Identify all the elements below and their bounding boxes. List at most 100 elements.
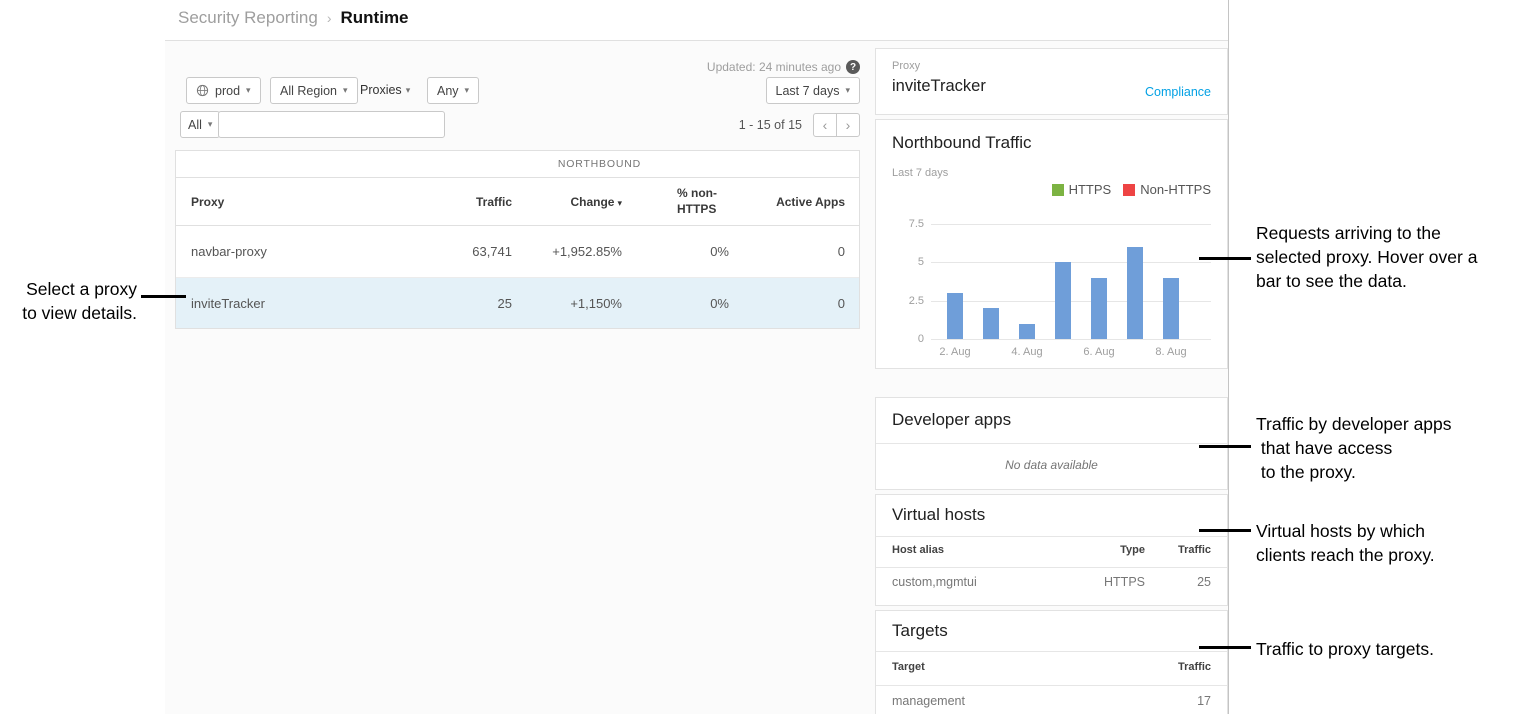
legend-https-label: HTTPS bbox=[1069, 182, 1112, 197]
target-row[interactable]: management 17 bbox=[892, 694, 1211, 708]
column-header-target: Target bbox=[892, 661, 1145, 673]
virtual-hosts-card: Virtual hosts Host alias Type Traffic cu… bbox=[875, 494, 1228, 606]
cell-active-apps: 0 bbox=[734, 296, 859, 311]
cell-proxy-name: inviteTracker bbox=[176, 296, 431, 311]
screenshot: Security Reporting › Runtime Updated: 24… bbox=[0, 0, 1516, 714]
chart-bar[interactable] bbox=[947, 293, 963, 339]
any-filter-label: Any bbox=[437, 84, 459, 98]
chart-y-tick-label: 5 bbox=[918, 256, 924, 268]
chart-bar-slot bbox=[1153, 224, 1189, 339]
chart-bar-slot bbox=[1117, 224, 1153, 339]
cell-traffic: 25 bbox=[1145, 575, 1211, 589]
region-dropdown[interactable]: All Region ▾ bbox=[270, 77, 358, 104]
targets-card: Targets Target Traffic management 17 bbox=[875, 610, 1228, 714]
breadcrumb-chevron-icon: › bbox=[327, 10, 332, 26]
cell-change: +1,952.85% bbox=[517, 244, 627, 259]
column-header-active-apps[interactable]: Active Apps bbox=[734, 195, 859, 209]
virtual-hosts-title: Virtual hosts bbox=[892, 505, 985, 525]
sort-descending-icon: ▾ bbox=[617, 198, 622, 208]
chart-bar[interactable] bbox=[1127, 247, 1143, 339]
targets-header-row: Target Traffic bbox=[892, 661, 1211, 673]
northbound-traffic-title: Northbound Traffic bbox=[892, 133, 1032, 153]
search-scope-label: All bbox=[188, 118, 202, 132]
chart-bar[interactable] bbox=[983, 308, 999, 339]
chart-x-tick-label: 8. Aug bbox=[1153, 346, 1189, 358]
annotation-line: Select a proxy bbox=[0, 277, 137, 301]
updated-status: Updated: 24 minutes ago ? bbox=[707, 60, 860, 74]
developer-apps-title: Developer apps bbox=[892, 410, 1011, 430]
date-range-dropdown[interactable]: Last 7 days ▾ bbox=[766, 77, 860, 104]
column-header-change-label: Change bbox=[570, 195, 614, 209]
column-header-traffic[interactable]: Traffic bbox=[431, 195, 517, 209]
chart-y-axis: 7.552.50 bbox=[896, 224, 924, 339]
column-header-host-alias: Host alias bbox=[892, 544, 1065, 556]
annotation-line: Requests arriving to the bbox=[1256, 221, 1477, 245]
annotation-line: Virtual hosts by which bbox=[1256, 519, 1435, 543]
chart-bar[interactable] bbox=[1019, 324, 1035, 339]
pagination: 1 - 15 of 15 ‹ › bbox=[739, 111, 860, 138]
annotation-connector-line bbox=[1199, 445, 1251, 448]
proxies-dropdown[interactable]: Proxies ▾ bbox=[360, 83, 410, 97]
proxy-table-row[interactable]: navbar-proxy 63,741 +1,952.85% 0% 0 bbox=[176, 226, 859, 277]
cell-traffic: 25 bbox=[431, 296, 517, 311]
chart-bar-slot bbox=[1045, 224, 1081, 339]
chevron-down-icon: ▾ bbox=[343, 85, 348, 96]
chart-bar-slot bbox=[1009, 224, 1045, 339]
column-header-change[interactable]: Change▾ bbox=[517, 195, 627, 209]
any-filter-dropdown[interactable]: Any ▾ bbox=[427, 77, 479, 104]
chart-x-tick-label: 6. Aug bbox=[1081, 346, 1117, 358]
proxy-table-row[interactable]: inviteTracker 25 +1,150% 0% 0 bbox=[176, 277, 859, 328]
breadcrumb-section[interactable]: Security Reporting bbox=[178, 8, 318, 28]
search-scope-dropdown[interactable]: All ▾ bbox=[180, 111, 220, 138]
search-input[interactable] bbox=[218, 111, 445, 138]
selected-proxy-name: inviteTracker bbox=[892, 77, 986, 96]
environment-dropdown[interactable]: prod ▾ bbox=[186, 77, 261, 104]
cell-non-https: 0% bbox=[627, 296, 734, 311]
annotation-select-proxy: Select a proxy to view details. bbox=[0, 277, 137, 325]
updated-text: Updated: 24 minutes ago bbox=[707, 60, 841, 74]
screenshot-right-border bbox=[1228, 0, 1229, 714]
proxies-label: Proxies bbox=[360, 83, 402, 97]
no-data-message: No data available bbox=[876, 458, 1227, 472]
cell-non-https: 0% bbox=[627, 244, 734, 259]
column-header-non-https[interactable]: % non-HTTPS bbox=[627, 186, 734, 217]
column-header-proxy[interactable]: Proxy bbox=[176, 195, 431, 209]
annotation-line: Traffic by developer apps bbox=[1256, 412, 1452, 436]
northbound-group-label: NORTHBOUND bbox=[558, 158, 641, 170]
chart-subtitle: Last 7 days bbox=[892, 167, 948, 179]
chart-y-tick-label: 2.5 bbox=[909, 295, 924, 307]
annotation-line: that have access bbox=[1256, 436, 1452, 460]
pagination-prev-button[interactable]: ‹ bbox=[813, 113, 837, 137]
proxy-table: NORTHBOUND Proxy Traffic Change▾ % non-H… bbox=[175, 150, 860, 329]
help-icon[interactable]: ? bbox=[846, 60, 860, 74]
chart-gridline bbox=[931, 339, 1211, 340]
chart-x-tick-label bbox=[1117, 346, 1153, 358]
section-divider bbox=[876, 651, 1227, 652]
chart-y-tick-label: 7.5 bbox=[909, 218, 924, 230]
environment-label: prod bbox=[215, 84, 240, 98]
developer-apps-card: Developer apps No data available bbox=[875, 397, 1228, 490]
section-divider bbox=[876, 443, 1227, 444]
cell-target: management bbox=[892, 694, 1145, 708]
chart-x-tick-label: 4. Aug bbox=[1009, 346, 1045, 358]
chart-x-tick-label bbox=[973, 346, 1009, 358]
table-header-row: Proxy Traffic Change▾ % non-HTTPS Active… bbox=[176, 178, 859, 226]
compliance-link[interactable]: Compliance bbox=[1145, 85, 1211, 99]
cell-traffic: 17 bbox=[1145, 694, 1211, 708]
chart-bar[interactable] bbox=[1091, 278, 1107, 339]
legend-item-https: HTTPS bbox=[1052, 182, 1112, 197]
chart-x-tick-label: 2. Aug bbox=[937, 346, 973, 358]
annotation-line: to the proxy. bbox=[1256, 460, 1452, 484]
chart-bar[interactable] bbox=[1055, 262, 1071, 339]
row-divider bbox=[876, 567, 1227, 568]
legend-item-non-https: Non-HTTPS bbox=[1123, 182, 1211, 197]
virtual-host-row[interactable]: custom,mgmtui HTTPS 25 bbox=[892, 575, 1211, 589]
chart-bar[interactable] bbox=[1163, 278, 1179, 339]
legend-https-swatch bbox=[1052, 184, 1064, 196]
chevron-down-icon: ▾ bbox=[465, 85, 470, 96]
globe-icon bbox=[196, 84, 209, 97]
proxy-list-panel: Updated: 24 minutes ago ? prod ▾ All Reg… bbox=[165, 41, 860, 714]
annotation-line: selected proxy. Hover over a bbox=[1256, 245, 1477, 269]
proxy-field-label: Proxy bbox=[892, 60, 920, 72]
pagination-next-button[interactable]: › bbox=[836, 113, 860, 137]
